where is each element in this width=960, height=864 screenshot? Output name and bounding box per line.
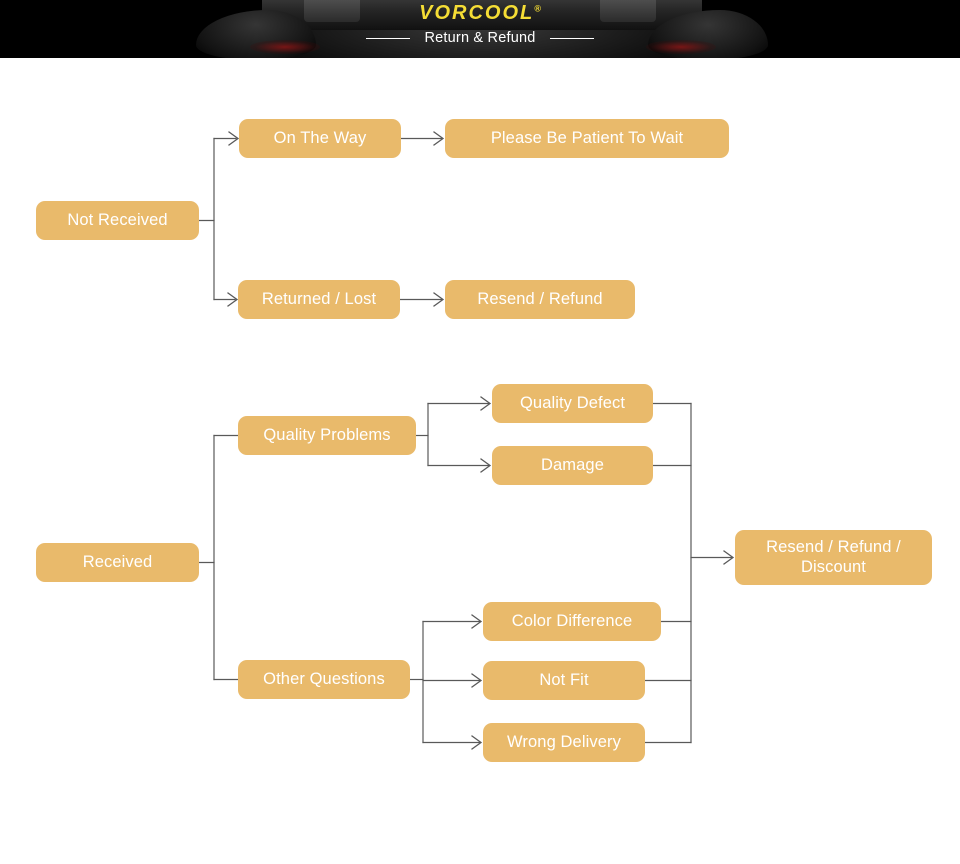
node-color-difference[interactable]: Color Difference [483, 602, 661, 641]
arrowhead-please-wait [433, 131, 445, 146]
arrowhead-damage [480, 458, 492, 473]
brand-logo-text: VORCOOL [419, 2, 535, 24]
arrowhead-not-fit [471, 673, 483, 688]
arrowhead-returned-lost [227, 292, 239, 307]
rule-right [549, 37, 594, 39]
banner-subtitle: Return & Refund [424, 30, 536, 46]
node-wrong-delivery[interactable]: Wrong Delivery [483, 723, 645, 762]
node-returned-lost[interactable]: Returned / Lost [238, 280, 400, 319]
arrowhead-wrong-delivery [471, 735, 483, 750]
node-on-the-way[interactable]: On The Way [239, 119, 401, 158]
arrowhead-final-outcome [723, 550, 735, 565]
flowchart: Not Received On The Way Please Be Patien… [0, 0, 960, 864]
node-other-questions[interactable]: Other Questions [238, 660, 410, 699]
arrowhead-resend-refund [433, 292, 445, 307]
node-final-outcome[interactable]: Resend / Refund / Discount [735, 530, 932, 585]
brand-logo: VORCOOL® [0, 2, 960, 25]
rule-left [366, 37, 411, 39]
node-received[interactable]: Received [36, 543, 199, 582]
arrowhead-on-the-way [228, 131, 240, 146]
banner-subtitle-row: Return & Refund [0, 30, 960, 46]
arrowhead-quality-defect [480, 396, 492, 411]
node-quality-defect[interactable]: Quality Defect [492, 384, 653, 423]
registered-trademark-icon: ® [534, 3, 541, 14]
page-root: VORCOOL® Return & Refund Not Received On… [0, 0, 960, 864]
node-not-received[interactable]: Not Received [36, 201, 199, 240]
node-resend-refund[interactable]: Resend / Refund [445, 280, 635, 319]
node-please-be-patient-to-wait[interactable]: Please Be Patient To Wait [445, 119, 729, 158]
node-damage[interactable]: Damage [492, 446, 653, 485]
node-not-fit[interactable]: Not Fit [483, 661, 645, 700]
arrowhead-color-difference [471, 614, 483, 629]
node-quality-problems[interactable]: Quality Problems [238, 416, 416, 455]
